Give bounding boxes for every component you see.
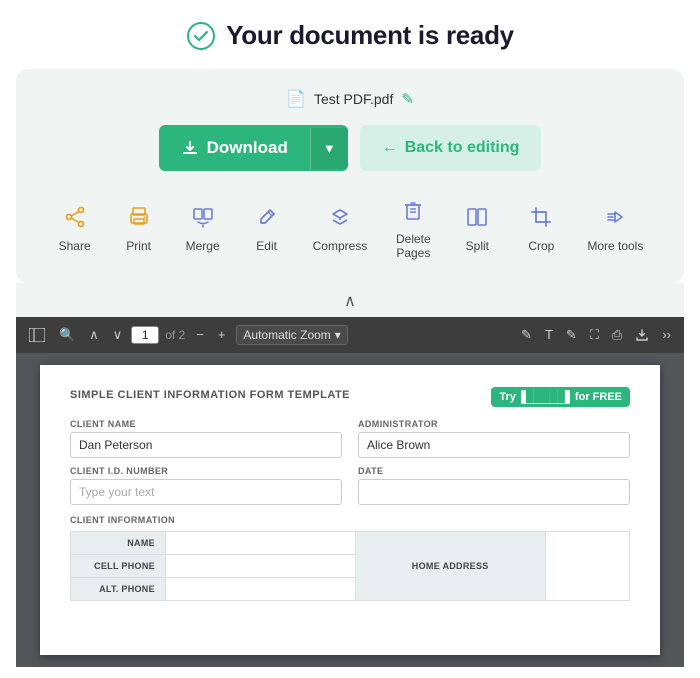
back-to-editing-button[interactable]: ← Back to editing: [360, 125, 542, 171]
collapse-row: ∧: [16, 283, 684, 317]
crop-icon: [530, 206, 552, 234]
tool-crop[interactable]: Crop: [513, 200, 569, 259]
tool-print[interactable]: Print: [111, 200, 167, 259]
document-card: 📄 Test PDF.pdf ✎ Download ▼ ← Back to ed…: [16, 69, 684, 283]
pdf-try-badge[interactable]: Try █████ for FREE: [491, 387, 630, 407]
action-buttons: Download ▼ ← Back to editing: [40, 125, 660, 171]
compress-label: Compress: [313, 239, 368, 253]
merge-label: Merge: [186, 239, 220, 253]
zoom-selector[interactable]: Automatic Zoom ▾: [236, 325, 347, 345]
more-tools-icon: [604, 206, 626, 234]
tools-row: Share Print: [40, 193, 660, 267]
page-wrapper: Your document is ready 📄 Test PDF.pdf ✎ …: [0, 0, 700, 667]
tool-edit[interactable]: Edit: [239, 200, 295, 259]
administrator-value: Alice Brown: [358, 432, 630, 458]
page-down-button[interactable]: ∨: [108, 324, 128, 346]
print-label: Print: [126, 239, 151, 253]
tool-merge[interactable]: Merge: [175, 200, 231, 259]
client-name-label: CLIENT NAME: [70, 419, 342, 429]
zoom-in-button[interactable]: +: [213, 324, 231, 345]
pdf-col-left: CLIENT NAME Dan Peterson: [70, 411, 342, 458]
delete-pages-label: DeletePages: [396, 232, 431, 261]
administrator-label: ADMINISTRATOR: [358, 419, 630, 429]
table-row-name: NAME HOME ADDRESS: [71, 531, 630, 554]
page-total: of 2: [163, 328, 187, 342]
name-value-cell: [165, 531, 355, 554]
file-info: 📄 Test PDF.pdf ✎: [40, 89, 660, 109]
image-button[interactable]: ⛶: [585, 324, 604, 346]
download-dropdown-arrow[interactable]: ▼: [310, 128, 348, 169]
tool-delete-pages[interactable]: DeletePages: [385, 193, 441, 267]
print-pdf-button[interactable]: ⎙: [607, 324, 627, 346]
delete-pages-icon: [402, 199, 424, 227]
page-number-input[interactable]: 1: [131, 326, 159, 344]
share-icon: [64, 206, 86, 234]
page-title: Your document is ready: [226, 20, 514, 51]
download-button-main: Download: [159, 125, 310, 171]
pdf-col-id: CLIENT I.D. NUMBER Type your text: [70, 458, 342, 505]
check-circle-icon: [186, 21, 216, 51]
more-options-button[interactable]: ››: [657, 324, 676, 345]
home-addr-value: [545, 531, 629, 600]
page-up-button[interactable]: ∧: [84, 324, 104, 346]
alt-phone-label-cell: ALT. PHONE: [71, 577, 166, 600]
search-button[interactable]: 🔍: [54, 324, 80, 346]
pdf-page: Try █████ for FREE SIMPLE CLIENT INFORMA…: [40, 365, 660, 655]
more-tools-label: More tools: [587, 239, 643, 253]
pdf-col-date: DATE: [358, 458, 630, 505]
download-pdf-button[interactable]: [630, 325, 654, 345]
tool-more-tools[interactable]: More tools: [577, 200, 653, 259]
merge-icon: [192, 206, 214, 234]
back-label: Back to editing: [405, 139, 520, 157]
client-info-table: NAME HOME ADDRESS CELL PHONE ALT. PHONE: [70, 531, 630, 601]
pdf-fields-row2: CLIENT I.D. NUMBER Type your text DATE: [70, 458, 630, 505]
pdf-fields-row1: CLIENT NAME Dan Peterson ADMINISTRATOR A…: [70, 411, 630, 458]
pdf-col-right: ADMINISTRATOR Alice Brown: [358, 411, 630, 458]
compress-icon: [329, 206, 351, 234]
pdf-content: Try █████ for FREE SIMPLE CLIENT INFORMA…: [16, 353, 684, 667]
download-button[interactable]: Download ▼: [159, 125, 348, 171]
tool-split[interactable]: Split: [449, 200, 505, 259]
cell-phone-label-cell: CELL PHONE: [71, 554, 166, 577]
annotate-button[interactable]: ✎: [516, 324, 537, 346]
file-icon: 📄: [286, 89, 306, 109]
client-name-value: Dan Peterson: [70, 432, 342, 458]
pdf-toolbar: 🔍 ∧ ∨ 1 of 2 − + Automatic Zoom ▾ ✎ T ✎ …: [16, 317, 684, 353]
header: Your document is ready: [16, 20, 684, 51]
collapse-button[interactable]: ∧: [334, 289, 366, 313]
client-id-value: Type your text: [70, 479, 342, 505]
print-icon: [128, 206, 150, 234]
draw-button[interactable]: ✎: [561, 324, 582, 346]
name-label-cell: NAME: [71, 531, 166, 554]
pdf-viewer: 🔍 ∧ ∨ 1 of 2 − + Automatic Zoom ▾ ✎ T ✎ …: [16, 317, 684, 667]
edit-label: Edit: [256, 239, 277, 253]
file-name: Test PDF.pdf: [314, 91, 393, 107]
download-icon: [181, 139, 199, 157]
alt-phone-value-cell: [165, 577, 355, 600]
cell-phone-value-cell: [165, 554, 355, 577]
back-arrow-icon: ←: [382, 139, 398, 157]
tool-share[interactable]: Share: [47, 200, 103, 259]
zoom-out-button[interactable]: −: [191, 324, 209, 345]
client-info-section-title: CLIENT INFORMATION: [70, 515, 630, 525]
sidebar-toggle-button[interactable]: [24, 325, 50, 345]
split-label: Split: [466, 239, 489, 253]
date-value: [358, 479, 630, 505]
zoom-label: Automatic Zoom: [243, 328, 330, 342]
tool-compress[interactable]: Compress: [303, 200, 378, 259]
text-button[interactable]: T: [540, 324, 558, 345]
name-extra-cell: HOME ADDRESS: [355, 531, 545, 600]
edit-tool-icon: [256, 206, 278, 234]
split-icon: [466, 206, 488, 234]
date-label: DATE: [358, 466, 630, 476]
pdf-toolbar-right: ✎ T ✎ ⛶ ⎙ ››: [516, 324, 676, 346]
crop-label: Crop: [528, 239, 554, 253]
pdf-badge-name: █████: [521, 390, 570, 404]
edit-file-icon[interactable]: ✎: [401, 90, 414, 108]
client-id-label: CLIENT I.D. NUMBER: [70, 466, 342, 476]
download-label: Download: [207, 138, 288, 158]
share-label: Share: [59, 239, 91, 253]
zoom-arrow-icon: ▾: [335, 328, 341, 342]
